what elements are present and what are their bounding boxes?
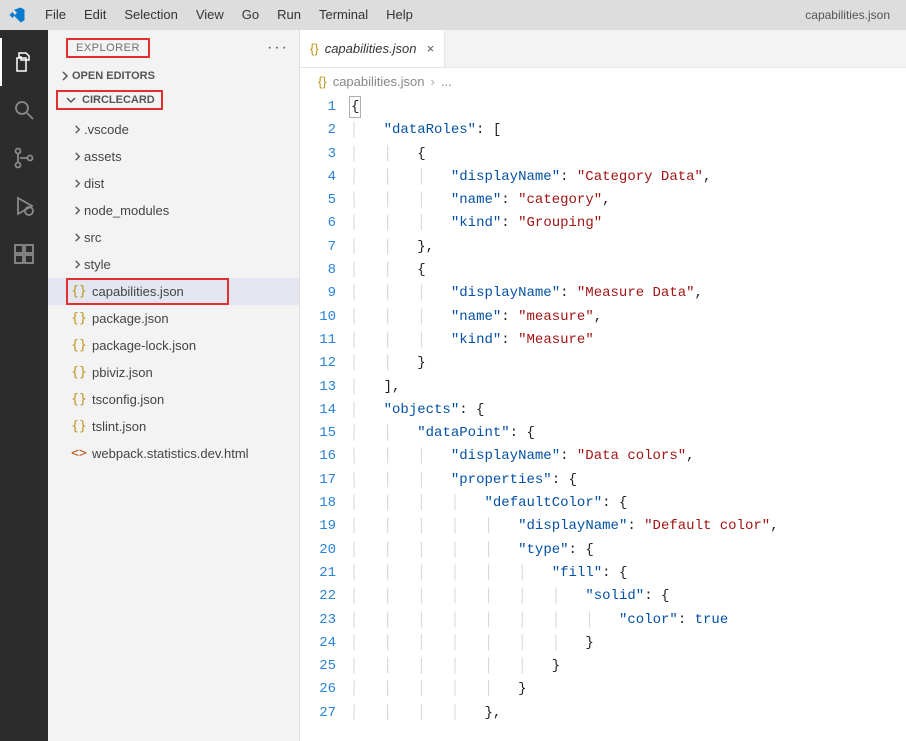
tab-capabilities[interactable]: capabilities.json × <box>300 30 445 67</box>
file-tree: .vscode assets dist node_modulessrc style cap… <box>48 114 299 467</box>
tab-bar: capabilities.json × <box>300 30 906 68</box>
html-icon: <> <box>70 446 88 461</box>
chevron-right-icon <box>70 125 84 134</box>
json-icon <box>70 338 88 353</box>
json-icon <box>70 284 88 299</box>
folder-style[interactable]: style <box>48 251 299 278</box>
breadcrumb-tail: ... <box>441 74 452 89</box>
chevron-right-icon <box>70 179 84 188</box>
file-capabilities-json[interactable]: capabilities.json <box>48 278 299 305</box>
chevron-right-icon <box>70 206 84 215</box>
tree-item-label: style <box>84 257 111 272</box>
activity-run-debug[interactable] <box>0 182 48 230</box>
file-webpack-statistics-dev-html[interactable]: <> webpack.statistics.dev.html <box>48 440 299 467</box>
activity-extensions[interactable] <box>0 230 48 278</box>
menu-edit[interactable]: Edit <box>75 7 115 22</box>
folder--vscode[interactable]: .vscode <box>48 116 299 143</box>
section-project-label: CIRCLECARD <box>82 94 155 106</box>
chevron-right-icon <box>70 260 84 269</box>
tree-item-label: dist <box>84 176 104 191</box>
tree-item-label: package-lock.json <box>92 338 196 353</box>
menu-help[interactable]: Help <box>377 7 422 22</box>
json-icon <box>318 74 327 89</box>
json-icon <box>70 365 88 380</box>
menu-view[interactable]: View <box>187 7 233 22</box>
tree-item-label: package.json <box>92 311 169 326</box>
tree-item-label: pbiviz.json <box>92 365 153 380</box>
folder-assets[interactable]: assets <box>48 143 299 170</box>
chevron-right-icon <box>58 71 72 81</box>
chevron-down-icon <box>64 95 78 105</box>
json-icon <box>310 41 319 56</box>
sidebar-more-icon[interactable]: ··· <box>267 39 289 57</box>
menu-bar: FileEditSelectionViewGoRunTerminalHelp c… <box>0 0 906 30</box>
code-editor[interactable]: 1234567891011121314151617181920212223242… <box>300 94 906 741</box>
vscode-logo-icon <box>8 6 26 24</box>
section-project[interactable]: CIRCLECARD <box>48 86 299 114</box>
json-icon <box>70 419 88 434</box>
tree-item-label: node_modules <box>84 203 169 218</box>
file-tsconfig-json[interactable]: tsconfig.json <box>48 386 299 413</box>
activity-source-control[interactable] <box>0 134 48 182</box>
menu-selection[interactable]: Selection <box>115 7 186 22</box>
folder-src[interactable]: src <box>48 224 299 251</box>
tree-item-label: webpack.statistics.dev.html <box>92 446 249 461</box>
json-icon <box>70 311 88 326</box>
menu-terminal[interactable]: Terminal <box>310 7 377 22</box>
json-icon <box>70 392 88 407</box>
window-title: capabilities.json <box>805 8 898 22</box>
chevron-right-icon <box>70 233 84 242</box>
tree-item-label: capabilities.json <box>92 284 184 299</box>
tree-item-label: tsconfig.json <box>92 392 164 407</box>
menu-run[interactable]: Run <box>268 7 310 22</box>
file-package-json[interactable]: package.json <box>48 305 299 332</box>
tree-item-label: assets <box>84 149 122 164</box>
folder-dist[interactable]: dist <box>48 170 299 197</box>
activity-explorer[interactable] <box>0 38 48 86</box>
tree-item-label: src <box>84 230 101 245</box>
tree-item-label: .vscode <box>84 122 129 137</box>
chevron-right-icon: › <box>430 74 434 89</box>
file-pbiviz-json[interactable]: pbiviz.json <box>48 359 299 386</box>
section-open-editors-label: OPEN EDITORS <box>72 70 155 82</box>
tab-label: capabilities.json <box>325 41 417 56</box>
chevron-right-icon <box>70 152 84 161</box>
file-tslint-json[interactable]: tslint.json <box>48 413 299 440</box>
activity-search[interactable] <box>0 86 48 134</box>
section-open-editors[interactable]: OPEN EDITORS <box>48 66 299 86</box>
folder-node-modules[interactable]: node_modules <box>48 197 299 224</box>
breadcrumb[interactable]: capabilities.json › ... <box>300 68 906 94</box>
sidebar-title: EXPLORER <box>66 38 150 58</box>
menu-go[interactable]: Go <box>233 7 268 22</box>
activity-bar <box>0 30 48 741</box>
line-gutter: 1234567891011121314151617181920212223242… <box>300 94 350 741</box>
tree-item-label: tslint.json <box>92 419 146 434</box>
editor-area: capabilities.json × capabilities.json › … <box>300 30 906 741</box>
code-content[interactable]: {│ "dataRoles": [│ │ {│ │ │ "displayName… <box>350 94 906 741</box>
close-icon[interactable]: × <box>426 41 434 56</box>
sidebar-explorer: EXPLORER ··· OPEN EDITORS CIRCLECARD .vs… <box>48 30 300 741</box>
breadcrumb-file: capabilities.json <box>333 74 425 89</box>
file-package-lock-json[interactable]: package-lock.json <box>48 332 299 359</box>
menu-file[interactable]: File <box>36 7 75 22</box>
